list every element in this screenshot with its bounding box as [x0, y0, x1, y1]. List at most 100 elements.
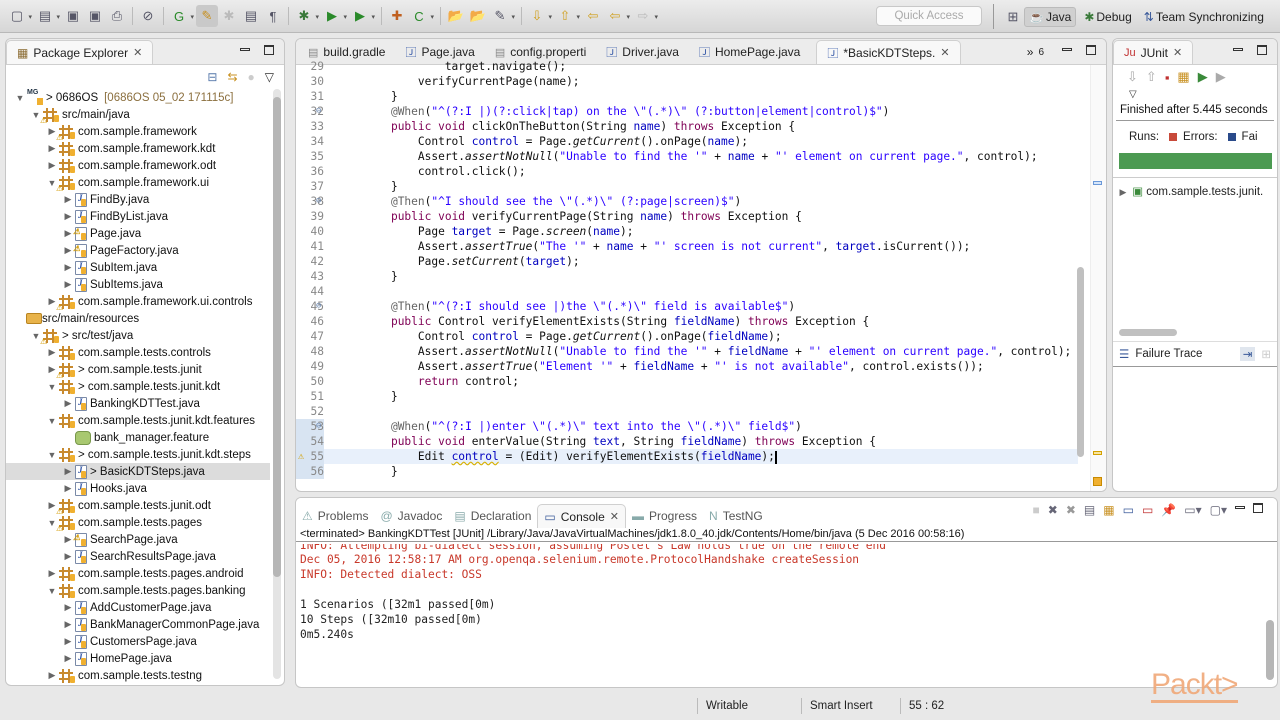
expand-icon[interactable]: ▶	[62, 551, 74, 562]
tree-item[interactable]: ▼ com.sample.tests.junit.kdt.features	[6, 412, 270, 429]
tree-item[interactable]: ▶ BankManagerCommonPage.java	[6, 616, 270, 633]
run-external-icon[interactable]: ▶	[349, 5, 375, 27]
fold-icon[interactable]: ⊖	[316, 299, 321, 314]
expand-icon[interactable]: ▶	[62, 398, 74, 409]
expand-icon[interactable]: ▶	[62, 262, 74, 273]
search-icon[interactable]: ✎	[489, 5, 515, 27]
perspective-java[interactable]: ☕ Java	[1024, 6, 1077, 27]
expand-icon[interactable]: ▶	[46, 160, 58, 171]
run-icon[interactable]: ▶	[321, 5, 347, 27]
collapse-icon[interactable]: ▼	[46, 586, 58, 596]
rerun-test-icon[interactable]: ▶	[1198, 69, 1208, 85]
code-line[interactable]: 53 ⊖ @When("^(?:I |)enter \"(.*)\" text i…	[296, 419, 1078, 434]
minimize-button[interactable]	[240, 48, 250, 51]
code-line[interactable]: 51 }	[296, 389, 1078, 404]
new-class-icon[interactable]: C	[408, 5, 434, 27]
link-with-editor-icon[interactable]: ⇆	[227, 70, 237, 84]
code-line[interactable]: 52	[296, 404, 1078, 419]
code-line[interactable]: 40 Page target = Page.screen(name);	[296, 224, 1078, 239]
fold-icon[interactable]: ⊖	[316, 104, 321, 119]
code-line[interactable]: 41 Assert.assertTrue("The '" + name + "'…	[296, 239, 1078, 254]
test-suite-item[interactable]: com.sample.tests.junit.	[1146, 186, 1263, 198]
maximize-button[interactable]	[1253, 503, 1263, 513]
expand-icon[interactable]: ▶	[62, 194, 74, 205]
previous-failure-icon[interactable]: ⇧	[1146, 69, 1157, 85]
expand-icon[interactable]: ▶	[62, 211, 74, 222]
tree-item[interactable]: ▶ FindByList.java	[6, 208, 270, 225]
fold-icon[interactable]: ⊖	[316, 419, 321, 434]
remove-launch-icon[interactable]: ✖	[1048, 503, 1058, 517]
collapse-icon[interactable]: ▼	[14, 93, 26, 103]
code-line[interactable]: 47 Control control = Page.getCurrent().o…	[296, 329, 1078, 344]
tree-item[interactable]: ▶ AddCustomerPage.java	[6, 599, 270, 616]
tab-declaration[interactable]: ▤ Declaration	[448, 504, 537, 528]
last-edit-icon[interactable]: ⇦	[582, 5, 604, 27]
tree-item[interactable]: ▶ HomePage.java	[6, 650, 270, 667]
toggle-block-icon[interactable]: ▤	[240, 5, 262, 27]
focus-icon[interactable]: ●	[248, 70, 255, 84]
show-whitespace-icon[interactable]: ¶	[262, 5, 284, 27]
tab-console[interactable]: ▭ Console ✕	[537, 504, 626, 528]
open-type-icon[interactable]: 📂	[445, 5, 467, 27]
collapse-icon[interactable]: ▼	[46, 382, 58, 392]
tree-item[interactable]: ▶ SubItems.java	[6, 276, 270, 293]
tree-item[interactable]: ▶ FindBy.java	[6, 191, 270, 208]
code-line[interactable]: 30 verifyCurrentPage(name);	[296, 74, 1078, 89]
close-icon[interactable]: ✕	[940, 46, 949, 59]
code-line[interactable]: 39 public void verifyCurrentPage(String …	[296, 209, 1078, 224]
code-line[interactable]: 38 ⊖ @Then("^I should see the \"(.*)\" (?…	[296, 194, 1078, 209]
tree-item[interactable]: ▶ com.sample.framework.kdt	[6, 140, 270, 157]
forward-icon[interactable]: ⇨	[632, 5, 658, 27]
expand-icon[interactable]: ▶	[62, 653, 74, 664]
code-line[interactable]: 34 Control control = Page.getCurrent().o…	[296, 134, 1078, 149]
tree-item[interactable]: ▼src/main/java	[6, 106, 270, 125]
next-failure-icon[interactable]: ⇩	[1127, 69, 1138, 85]
perspective-debug[interactable]: ✱ Debug	[1080, 8, 1135, 26]
expand-icon[interactable]: ▶	[62, 636, 74, 647]
save-all-icon[interactable]: ▣	[84, 5, 106, 27]
code-line[interactable]: 31 }	[296, 89, 1078, 104]
view-menu-icon[interactable]: ▽	[1113, 89, 1277, 100]
console-output[interactable]: INFO: Attempting bi-dialect session, ass…	[296, 542, 1277, 644]
code-line[interactable]: 43 }	[296, 269, 1078, 284]
code-line[interactable]: 36 control.click();	[296, 164, 1078, 179]
code-line[interactable]: 50 return control;	[296, 374, 1078, 389]
expand-icon[interactable]: ▶	[62, 619, 74, 630]
code-line[interactable]: 42 Page.setCurrent(target);	[296, 254, 1078, 269]
brush-icon[interactable]: ✎	[196, 5, 218, 27]
tab-package-explorer[interactable]: ▦ Package Explorer ✕	[6, 40, 154, 64]
tab-problems[interactable]: ⚠ Problems	[296, 504, 374, 528]
clear-console-icon[interactable]: ▤	[1084, 503, 1095, 517]
open-folder-icon[interactable]: 📂	[467, 5, 489, 27]
expand-icon[interactable]: ▶	[62, 279, 74, 290]
code-line[interactable]: 45 ⊖ @Then("^(?:I should see |)the \"(.*)…	[296, 299, 1078, 314]
tree-item[interactable]: ▼ > 0686OS [0686OS 05_02 171115c]	[6, 89, 270, 106]
tree-item[interactable]: ▼ > com.sample.tests.junit.kdt.steps	[6, 446, 270, 463]
tree-item[interactable]: ▶ com.sample.framework.odt	[6, 157, 270, 174]
skip-breakpoints-icon[interactable]: ⊘	[137, 5, 159, 27]
show-on-stdout-icon[interactable]: ▭	[1123, 503, 1134, 517]
back-icon[interactable]: ⇦	[604, 5, 630, 27]
fold-icon[interactable]: ⊖	[316, 194, 321, 209]
code-line[interactable]: 44	[296, 284, 1078, 299]
tab-junit[interactable]: Ju JUnit ✕	[1113, 40, 1194, 64]
expand-icon[interactable]: ▶	[46, 143, 58, 154]
tab-progress[interactable]: ▬ Progress	[626, 504, 703, 528]
editor-scrollbar[interactable]	[1077, 267, 1084, 457]
open-perspective-icon[interactable]: ⊞	[1002, 6, 1024, 28]
collapse-all-icon[interactable]: ⊟	[207, 70, 217, 84]
tree-item[interactable]: ▶com.sample.framework	[6, 123, 270, 142]
minimize-button[interactable]	[1062, 48, 1072, 51]
tree-item[interactable]: ▶ > BasicKDTSteps.java	[6, 463, 270, 480]
tab-testng[interactable]: N TestNG	[703, 504, 769, 528]
close-icon[interactable]: ✕	[133, 46, 142, 59]
expand-icon[interactable]: ▶	[46, 670, 58, 681]
new-package-icon[interactable]: ✚	[386, 5, 408, 27]
code-line[interactable]: 29 target.navigate();	[296, 59, 1078, 74]
maximize-button[interactable]	[264, 45, 274, 55]
tree-item[interactable]: ▶ CustomersPage.java	[6, 633, 270, 650]
quick-access-input[interactable]: Quick Access	[876, 6, 982, 26]
expand-icon[interactable]: ▶	[46, 347, 58, 358]
compare-icon[interactable]: ⊞	[1261, 347, 1271, 361]
warning-marker[interactable]	[1093, 451, 1102, 455]
